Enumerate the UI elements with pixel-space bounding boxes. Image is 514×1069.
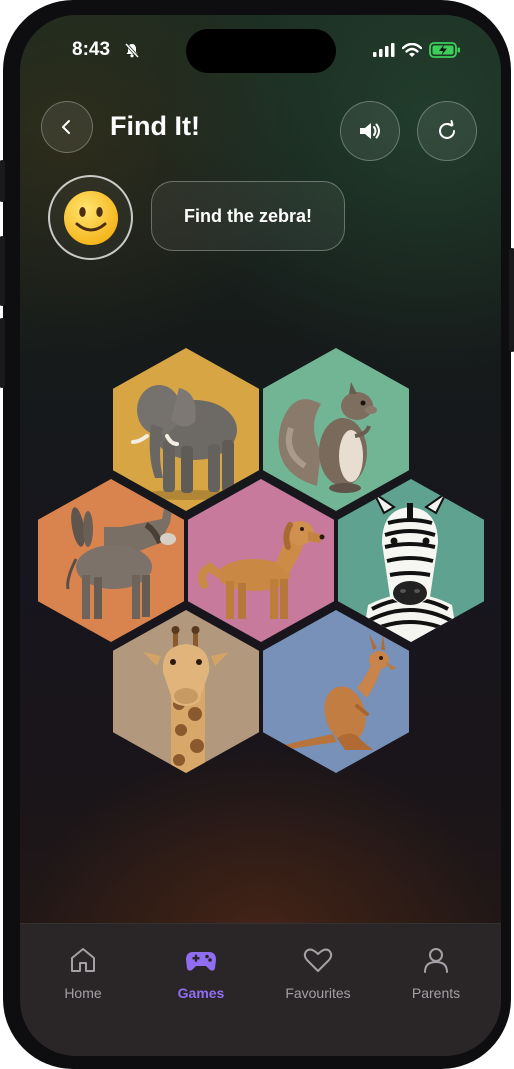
home-icon (71, 948, 95, 972)
screen: 8:43 Find It! Find the zebra! Home Games… (20, 15, 501, 1056)
giraffe-image (113, 610, 259, 773)
bell-muted-icon (124, 42, 140, 58)
restart-button[interactable] (417, 101, 477, 161)
tab-parents-label: Parents (411, 985, 461, 1001)
status-icons (373, 42, 461, 58)
battery-charging-icon (429, 42, 460, 58)
mute-switch (0, 160, 5, 202)
tile-kangaroo[interactable] (263, 610, 409, 773)
dynamic-island (186, 29, 336, 73)
tile-squirrel[interactable] (263, 348, 409, 511)
status-time: 8:43 (72, 39, 111, 60)
dog-image (188, 479, 334, 642)
volume-up-button (0, 236, 5, 306)
person-icon (424, 948, 448, 973)
phone-frame: 8:43 Find It! Find the zebra! Home Games… (0, 0, 514, 1069)
sound-button[interactable] (340, 101, 400, 161)
tile-elephant[interactable] (113, 348, 259, 511)
bottom-tab-bar: Home Games Favourites Parents (20, 923, 501, 1056)
tile-donkey[interactable] (38, 479, 184, 642)
speaker-icon (360, 123, 380, 139)
smiley-face-icon (63, 190, 118, 245)
power-button (509, 248, 514, 352)
tab-home[interactable]: Home (33, 944, 133, 1001)
gamepad-icon (186, 952, 216, 971)
mascot-avatar (48, 175, 133, 260)
instruction-bubble: Find the zebra! (151, 181, 345, 251)
tile-zebra[interactable] (338, 479, 484, 642)
chevron-left-icon (62, 120, 70, 134)
tab-favourites[interactable]: Favourites (268, 944, 368, 1001)
zebra-image (338, 479, 484, 642)
tab-games[interactable]: Games (151, 944, 251, 1001)
signal-icon (373, 43, 395, 57)
refresh-icon (439, 120, 455, 139)
volume-down-button (0, 318, 5, 388)
elephant-image (113, 348, 259, 511)
heart-icon (303, 948, 333, 972)
page-title: Find It! (110, 111, 200, 141)
tab-games-label: Games (177, 985, 225, 1001)
donkey-image (38, 479, 184, 642)
tab-favourites-label: Favourites (285, 985, 351, 1001)
squirrel-image (263, 348, 409, 511)
wifi-icon (402, 42, 422, 57)
tile-giraffe[interactable] (113, 610, 259, 773)
tab-home-label: Home (64, 985, 102, 1001)
kangaroo-image (263, 610, 409, 773)
tile-dog[interactable] (188, 479, 334, 642)
tab-parents[interactable]: Parents (386, 944, 486, 1001)
back-button[interactable] (41, 101, 93, 153)
